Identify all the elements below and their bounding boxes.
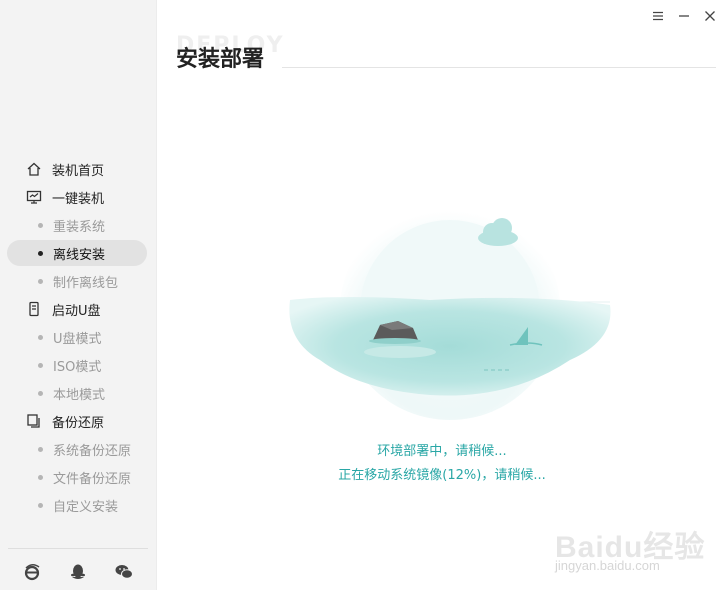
sidebar-item-make-offline-pack[interactable]: 制作离线包: [0, 267, 156, 295]
sidebar-item-custom-install[interactable]: 自定义安装: [0, 491, 156, 519]
sidebar-item-offline-install[interactable]: 离线安装: [0, 239, 156, 267]
sidebar-item-system-backup[interactable]: 系统备份还原: [0, 435, 156, 463]
bullet-icon: [38, 278, 43, 284]
sidebar-item-boot-usb[interactable]: 启动U盘: [0, 295, 156, 323]
bullet-icon: [38, 222, 43, 228]
status-line-environment: 环境部署中，请稍候...: [377, 444, 507, 459]
sidebar-item-label: 备份还原: [52, 415, 105, 431]
sidebar-item-label: 装机首页: [52, 163, 105, 179]
sidebar-item-label: 启动U盘: [52, 303, 101, 319]
backup-icon: [25, 412, 43, 430]
close-icon[interactable]: [702, 8, 718, 24]
sidebar-item-iso-mode[interactable]: ISO模式: [0, 351, 156, 379]
baidu-watermark-url: jingyan.baidu.com: [555, 558, 660, 573]
sidebar-item-file-backup[interactable]: 文件备份还原: [0, 463, 156, 491]
baidu-watermark: Baidu经验 jingyan.baidu.com: [555, 520, 715, 580]
window-controls: [650, 8, 718, 24]
status-line-progress: 正在移动系统镜像(12%)，请稍候...: [338, 468, 546, 483]
header-divider: [282, 67, 716, 68]
ie-browser-icon[interactable]: [22, 562, 42, 582]
sidebar-item-label: 一键装机: [52, 191, 105, 207]
bullet-icon: [38, 390, 43, 396]
wechat-icon[interactable]: [114, 562, 134, 582]
sidebar-item-home[interactable]: 装机首页: [0, 155, 156, 183]
home-icon: [25, 160, 43, 178]
menu-icon[interactable]: [650, 8, 666, 24]
bullet-icon: [38, 502, 43, 508]
sidebar-item-one-click[interactable]: 一键装机: [0, 183, 156, 211]
sidebar-item-label: 离线安装: [53, 247, 106, 263]
sidebar-item-label: ISO模式: [53, 359, 102, 375]
sidebar-item-label: 系统备份还原: [53, 443, 132, 459]
sidebar-item-label: U盘模式: [53, 331, 102, 347]
sidebar-item-label: 自定义安装: [53, 499, 119, 515]
sidebar-nav: 装机首页 一键装机 重装系统 离线安装 制作离线包 启动U盘 U盘模式 ISO模…: [0, 155, 156, 519]
sidebar-item-usb-mode[interactable]: U盘模式: [0, 323, 156, 351]
usb-icon: [25, 300, 43, 318]
bullet-icon: [38, 362, 43, 368]
sidebar-divider: [8, 548, 148, 549]
bullet-icon: [38, 250, 43, 256]
sidebar-item-reinstall[interactable]: 重装系统: [0, 211, 156, 239]
bullet-icon: [38, 334, 43, 340]
sidebar-item-local-mode[interactable]: 本地模式: [0, 379, 156, 407]
bullet-icon: [38, 474, 43, 480]
bullet-icon: [38, 446, 43, 452]
deploy-illustration: [280, 190, 620, 430]
sidebar-footer: [22, 562, 134, 582]
minimize-icon[interactable]: [676, 8, 692, 24]
qq-penguin-icon[interactable]: [68, 562, 88, 582]
sidebar: 装机首页 一键装机 重装系统 离线安装 制作离线包 启动U盘 U盘模式 ISO模…: [0, 0, 157, 590]
sidebar-item-backup-restore[interactable]: 备份还原: [0, 407, 156, 435]
sidebar-item-label: 文件备份还原: [53, 471, 132, 487]
monitor-icon: [25, 188, 43, 206]
sidebar-item-label: 重装系统: [53, 219, 106, 235]
sidebar-item-label: 本地模式: [53, 387, 106, 403]
sidebar-item-label: 制作离线包: [53, 275, 119, 291]
page-title: 安装部署: [176, 47, 265, 72]
